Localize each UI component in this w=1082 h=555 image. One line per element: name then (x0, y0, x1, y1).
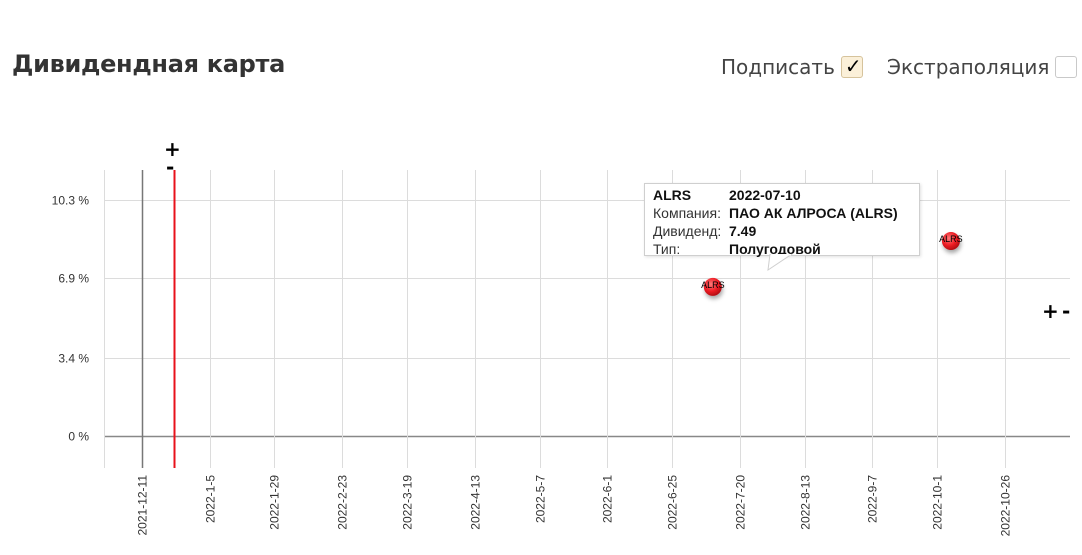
zoom-out-left-button[interactable]: - (166, 155, 174, 179)
zoom-in-right-button[interactable]: + (1042, 299, 1059, 323)
y-tick-label: 0 % (68, 430, 89, 444)
zoom-out-right-button[interactable]: - (1062, 299, 1070, 323)
dividend-chart: 0 % 3.4 % 6.9 % 10.3 % 2021-12-11 2022-1-5 202… (52, 170, 1070, 537)
x-tick-label: 2022-10-26 (999, 475, 1013, 537)
x-tick-label: 2022-7-20 (734, 475, 748, 530)
dividend-point-label: ALRS (701, 280, 725, 290)
tooltip-dividend: 7.49 (729, 223, 757, 239)
x-tick-label: 2022-3-19 (401, 475, 415, 530)
x-tick-label: 2021-12-11 (136, 475, 150, 536)
y-tick-label: 3.4 % (58, 352, 89, 366)
x-tick-label: 2022-6-25 (666, 475, 680, 530)
tooltip-dividend-label: Дивиденд: (653, 223, 722, 239)
x-tick-label: 2022-1-29 (268, 475, 282, 530)
x-tick-label: 2022-6-1 (601, 475, 615, 523)
y-tick-label: 10.3 % (52, 194, 90, 208)
dividend-point-label: ALRS (939, 234, 963, 244)
tooltip-date: 2022-07-10 (729, 187, 801, 203)
dividend-tooltip: ALRS 2022-07-10 Компания: ПАО АК АЛРОСА … (644, 183, 920, 257)
tooltip-pointer (767, 254, 793, 272)
x-tick-label: 2022-1-5 (204, 475, 218, 523)
tooltip-company-label: Компания: (653, 205, 721, 221)
x-tick-label: 2022-10-1 (931, 475, 945, 530)
x-tick-label: 2022-9-7 (866, 475, 880, 523)
tooltip-ticker: ALRS (653, 187, 692, 203)
x-tick-label: 2022-2-23 (336, 475, 350, 530)
x-tick-label: 2022-8-13 (799, 475, 813, 530)
dividend-point[interactable]: ALRS (939, 232, 963, 251)
tooltip-company: ПАО АК АЛРОСА (ALRS) (729, 205, 898, 221)
x-tick-label: 2022-4-13 (469, 475, 483, 530)
dividend-point[interactable]: ALRS (701, 277, 725, 296)
tooltip-type-label: Тип: (653, 241, 681, 257)
y-tick-label: 6.9 % (58, 272, 89, 286)
x-tick-label: 2022-5-7 (534, 475, 548, 523)
